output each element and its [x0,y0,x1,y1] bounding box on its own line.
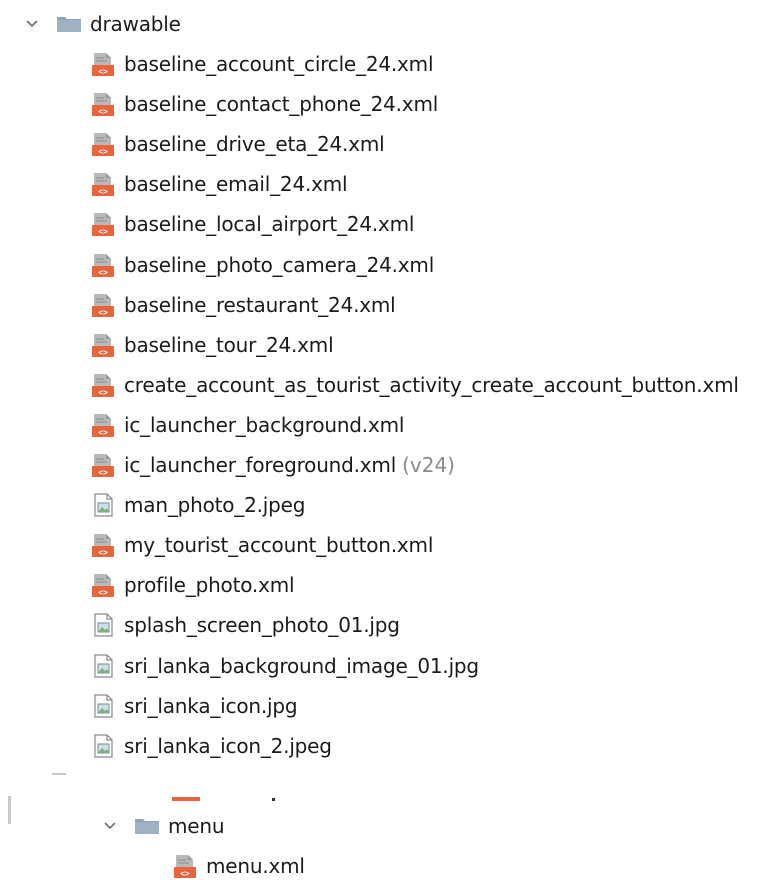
file-label: my_tourist_account_button.xml [124,533,434,558]
tree-file-item[interactable]: <> menu.xml [172,846,305,886]
chevron-down-icon[interactable] [22,14,42,34]
tree-file-item[interactable]: <> baseline_account_circle_24.xml [90,44,434,84]
xml-file-icon: <> [90,372,116,398]
xml-file-icon: <> [90,211,116,237]
folder-icon [56,15,82,33]
file-label: baseline_contact_phone_24.xml [124,92,439,117]
image-file-icon [90,733,116,759]
xml-file-icon: <> [90,252,116,278]
tree-file-item[interactable]: <> create_account_as_tourist_activity_cre… [90,365,739,405]
file-label: baseline_email_24.xml [124,172,348,197]
svg-text:<>: <> [180,869,190,878]
file-label: ic_launcher_background.xml [124,412,405,437]
svg-text:<>: <> [98,187,108,196]
file-label: create_account_as_tourist_activity_creat… [124,372,739,397]
file-label: profile_photo.xml [124,573,295,598]
tree-file-item[interactable]: <> profile_photo.xml [90,565,295,605]
xml-file-icon: <> [90,292,116,318]
file-label: ic_launcher_foreground.xml [124,453,397,477]
file-label: sri_lanka_background_image_01.jpg [124,653,479,678]
image-file-icon [90,612,116,638]
partial-file-icon [172,797,200,801]
svg-text:<>: <> [98,227,108,236]
svg-text:<>: <> [98,147,108,156]
tree-file-item[interactable]: <> baseline_restaurant_24.xml [90,285,396,325]
file-label: man_photo_2.jpeg [124,493,306,518]
tree-file-item[interactable]: <> ic_launcher_foreground.xml (v24) [90,445,455,485]
partial-text [272,798,275,801]
image-file-icon [90,693,116,719]
tree-folder-menu[interactable]: menu [100,806,225,846]
xml-file-icon: <> [90,131,116,157]
svg-text:<>: <> [98,268,108,277]
file-label: baseline_account_circle_24.xml [124,52,434,76]
svg-text:<>: <> [98,348,108,357]
folder-label: menu [168,814,225,838]
tree-file-item[interactable]: <> baseline_drive_eta_24.xml [90,124,385,164]
svg-text:<>: <> [98,468,108,477]
file-label: sri_lanka_icon_2.jpeg [124,733,332,758]
svg-text:<>: <> [98,67,108,76]
file-qualifier: (v24) [402,453,455,477]
xml-file-icon: <> [90,91,116,117]
xml-file-icon: <> [172,853,198,879]
tree-file-item[interactable]: <> baseline_photo_camera_24.xml [90,245,434,285]
svg-text:<>: <> [98,588,108,597]
image-file-icon [90,492,116,518]
file-label: menu.xml [206,854,305,878]
xml-file-icon: <> [90,452,116,478]
xml-file-icon: <> [90,572,116,598]
tree-file-item[interactable]: sri_lanka_background_image_01.jpg [90,646,479,686]
tree-file-item[interactable]: <> my_tourist_account_button.xml [90,525,433,565]
divider [8,796,11,824]
tree-file-item[interactable]: sri_lanka_icon_2.jpeg [90,726,332,766]
xml-file-icon: <> [90,532,116,558]
svg-text:<>: <> [98,388,108,397]
file-label: splash_screen_photo_01.jpg [124,613,400,638]
tree-file-item[interactable]: <> baseline_tour_24.xml [90,325,334,365]
tree-file-item[interactable]: <> baseline_contact_phone_24.xml [90,84,438,124]
file-label: baseline_tour_24.xml [124,332,334,357]
tree-file-item[interactable]: sri_lanka_icon.jpg [90,686,298,726]
svg-text:<>: <> [98,107,108,116]
tree-file-item[interactable]: <> ic_launcher_background.xml [90,405,404,445]
tree-file-item[interactable]: <> baseline_local_airport_24.xml [90,204,414,244]
tree-folder-drawable[interactable]: drawable [22,4,181,44]
file-label: baseline_restaurant_24.xml [124,292,396,317]
tree-file-item[interactable]: splash_screen_photo_01.jpg [90,605,400,645]
xml-file-icon: <> [90,171,116,197]
svg-text:<>: <> [98,428,108,437]
file-label: baseline_local_airport_24.xml [124,212,415,237]
tree-file-item[interactable]: man_photo_2.jpeg [90,485,305,525]
chevron-down-icon[interactable] [100,816,120,836]
xml-file-icon: <> [90,332,116,358]
svg-text:<>: <> [98,548,108,557]
folder-label: drawable [90,12,181,36]
svg-text:<>: <> [98,308,108,317]
image-file-icon [90,653,116,679]
file-label: sri_lanka_icon.jpg [124,693,298,718]
tree-file-item[interactable]: <> baseline_email_24.xml [90,164,348,204]
xml-file-icon: <> [90,51,116,77]
divider [52,773,66,775]
folder-icon [134,817,160,835]
file-label: baseline_photo_camera_24.xml [124,252,435,277]
xml-file-icon: <> [90,412,116,438]
file-label: baseline_drive_eta_24.xml [124,132,385,157]
